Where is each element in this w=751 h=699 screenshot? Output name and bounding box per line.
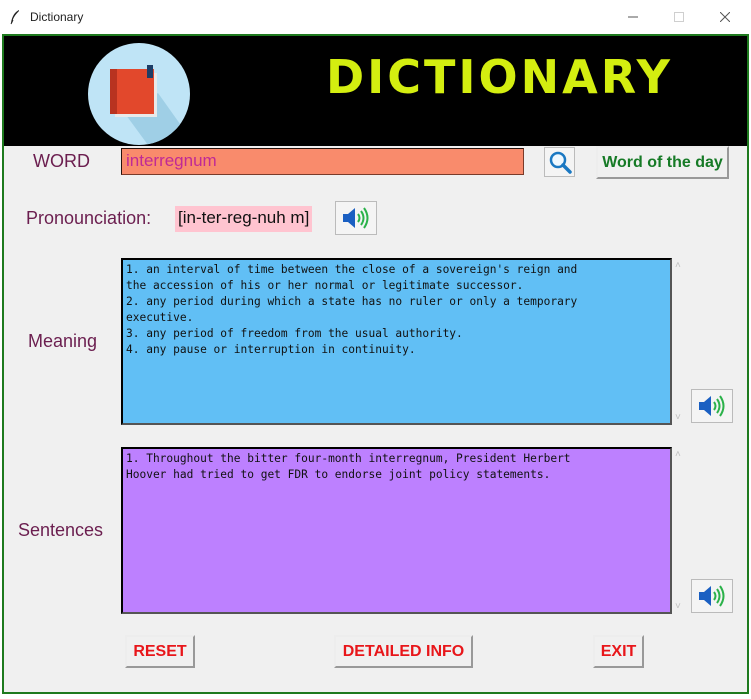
meaning-textbox[interactable]: 1. an interval of time between the close… — [121, 258, 672, 425]
minimize-button[interactable] — [610, 0, 656, 34]
speaker-icon — [699, 585, 725, 607]
search-magnifier-icon — [549, 151, 572, 174]
feather-icon — [10, 10, 19, 25]
scroll-up-icon[interactable]: ˄ — [675, 260, 681, 271]
speaker-icon — [343, 207, 369, 229]
meaning-speaker-button[interactable] — [691, 389, 733, 423]
sentences-scrollbar[interactable]: ˄ ˅ — [674, 447, 686, 614]
exit-button[interactable]: EXIT — [593, 635, 644, 668]
close-button[interactable] — [702, 0, 748, 34]
window-title: Dictionary — [30, 10, 84, 24]
maximize-icon — [674, 12, 684, 22]
sentences-textbox[interactable]: 1. Throughout the bitter four-month inte… — [121, 447, 672, 614]
maximize-button[interactable] — [656, 0, 702, 34]
app-title: DICTIONARY — [326, 50, 673, 104]
sentences-speaker-button[interactable] — [691, 579, 733, 613]
sentences-label: Sentences — [18, 520, 104, 540]
pronunciation-label: Pronounciation: — [26, 208, 152, 228]
scroll-down-icon[interactable]: ˅ — [675, 601, 681, 612]
reset-button[interactable]: RESET — [125, 635, 195, 668]
window-titlebar: Dictionary — [0, 0, 751, 34]
minimize-icon — [628, 16, 638, 18]
app-frame: DICTIONARY WORD interregnum Word of the … — [2, 34, 749, 694]
word-input[interactable]: interregnum — [121, 148, 524, 175]
meaning-label: Meaning — [28, 331, 98, 351]
word-label: WORD — [33, 151, 90, 171]
search-button[interactable] — [544, 147, 575, 177]
open-book-icon — [110, 65, 190, 145]
logo — [88, 43, 190, 145]
header-banner: DICTIONARY — [4, 36, 747, 146]
scroll-down-icon[interactable]: ˅ — [675, 412, 681, 423]
pronunciation-speaker-button[interactable] — [335, 201, 377, 235]
close-icon — [720, 12, 730, 22]
meaning-scrollbar[interactable]: ˄ ˅ — [674, 258, 686, 425]
detailed-info-button[interactable]: DETAILED INFO — [334, 635, 473, 668]
pronunciation-value: [in-ter-reg-nuh m] — [175, 206, 313, 232]
speaker-icon — [699, 395, 725, 417]
word-of-the-day-button[interactable]: Word of the day — [596, 146, 729, 179]
scroll-up-icon[interactable]: ˄ — [675, 449, 681, 460]
